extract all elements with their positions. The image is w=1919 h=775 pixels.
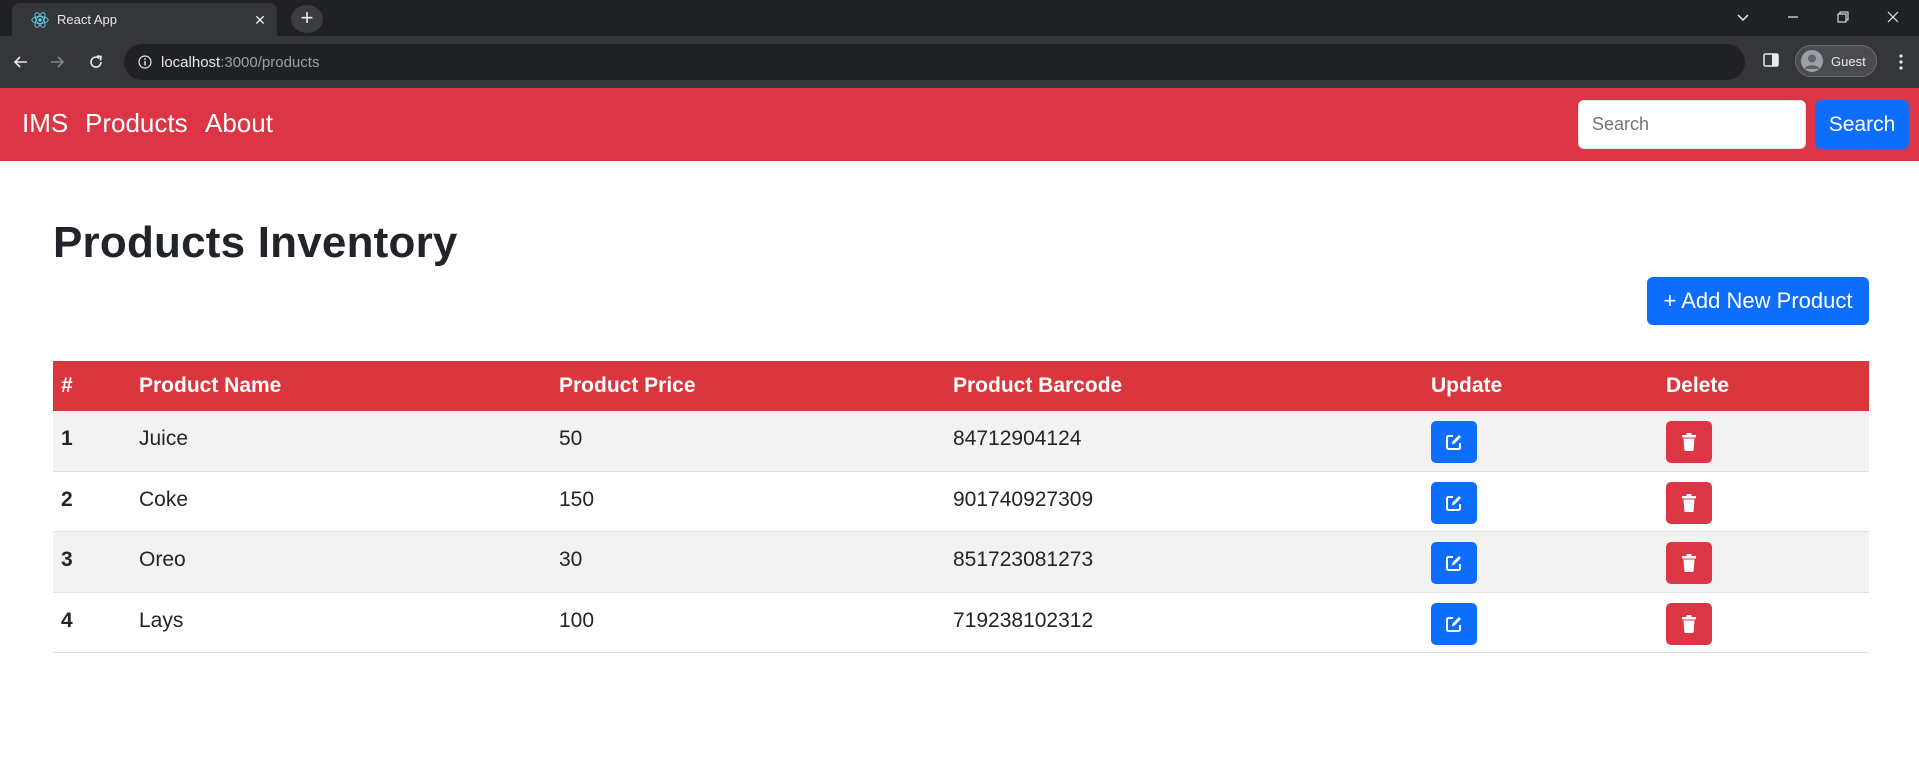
row-index: 4 [61, 608, 73, 632]
profile-avatar-icon [1801, 50, 1823, 72]
edit-icon [1446, 435, 1461, 450]
address-bar[interactable]: localhost:3000/products [124, 44, 1745, 80]
profile-button[interactable]: Guest [1795, 45, 1877, 77]
table-row: 3 Oreo 30 851723081273 [53, 532, 1869, 593]
brand-link[interactable]: IMS [22, 108, 68, 139]
product-name: Coke [139, 487, 189, 511]
product-price: 100 [559, 608, 595, 632]
kebab-menu-icon[interactable] [1893, 50, 1909, 74]
edit-icon [1446, 616, 1461, 632]
url-text: localhost:3000/products [161, 54, 320, 71]
tab-search-button[interactable] [1723, 4, 1763, 30]
search-input[interactable] [1578, 100, 1806, 149]
react-logo-icon [31, 12, 49, 28]
profile-label: Guest [1831, 54, 1866, 69]
product-barcode: 901740927309 [953, 487, 1094, 511]
new-tab-button[interactable]: + [291, 5, 323, 33]
trash-icon [1682, 554, 1696, 572]
plus-icon: + [300, 5, 314, 30]
row-index: 1 [61, 427, 73, 450]
column-header-name: Product Name [139, 374, 282, 397]
product-price: 30 [559, 548, 583, 571]
edit-icon [1446, 495, 1461, 511]
product-price: 50 [559, 427, 583, 450]
chevron-down-icon [1737, 14, 1749, 22]
info-icon [138, 55, 152, 69]
trash-icon [1682, 433, 1696, 451]
trash-icon [1682, 493, 1696, 512]
back-button[interactable] [9, 50, 33, 74]
forward-arrow-icon [51, 56, 65, 68]
app-navbar: IMS Products About Search [0, 88, 1919, 161]
forward-button[interactable] [45, 50, 69, 74]
update-button[interactable] [1431, 542, 1477, 584]
product-name: Juice [139, 427, 189, 450]
tab-title: React App [57, 12, 117, 27]
column-header-update: Update [1431, 374, 1503, 397]
table-header-row: # Product Name Product Price Product Bar… [53, 361, 1869, 411]
update-button[interactable] [1431, 481, 1477, 524]
browser-tab[interactable]: React App ✕ [12, 3, 277, 36]
column-header-barcode: Product Barcode [953, 374, 1123, 397]
edit-icon [1446, 556, 1461, 571]
table-row: 2 Coke 150 901740927309 [53, 472, 1869, 532]
product-barcode: 851723081273 [953, 548, 1094, 571]
back-arrow-icon [13, 56, 27, 68]
delete-button[interactable] [1666, 481, 1712, 524]
column-header-price: Product Price [559, 374, 696, 397]
add-new-product-button[interactable]: + Add New Product [1647, 277, 1869, 325]
product-name: Oreo [139, 548, 186, 571]
column-header-index: # [61, 374, 73, 397]
product-price: 150 [559, 487, 595, 511]
minimize-button[interactable] [1773, 4, 1813, 30]
search-button[interactable]: Search [1815, 100, 1909, 149]
side-panel-icon[interactable] [1762, 51, 1780, 69]
nav-link-products[interactable]: Products [85, 108, 188, 139]
delete-button[interactable] [1666, 602, 1712, 645]
product-barcode: 84712904124 [953, 427, 1082, 450]
close-icon[interactable]: ✕ [250, 10, 270, 30]
update-button[interactable] [1431, 602, 1477, 645]
table-row: 4 Lays 100 719238102312 [53, 593, 1869, 653]
update-button[interactable] [1431, 421, 1477, 463]
delete-button[interactable] [1666, 542, 1712, 584]
reload-icon [90, 55, 102, 68]
nav-link-about[interactable]: About [205, 108, 273, 139]
trash-icon [1682, 614, 1696, 633]
restore-button[interactable] [1823, 4, 1863, 30]
minimize-icon [1788, 16, 1798, 18]
delete-button[interactable] [1666, 421, 1712, 463]
reload-button[interactable] [84, 50, 108, 74]
column-header-delete: Delete [1666, 374, 1730, 397]
row-index: 2 [61, 487, 73, 511]
products-table: # Product Name Product Price Product Bar… [53, 361, 1869, 653]
window-close-button[interactable] [1873, 4, 1913, 30]
browser-tab-strip: React App ✕ + [0, 0, 1919, 36]
table-row: 1 Juice 50 84712904124 [53, 411, 1869, 472]
restore-icon [1837, 11, 1849, 23]
window-close-icon [1887, 11, 1899, 23]
row-index: 3 [61, 548, 73, 571]
product-barcode: 719238102312 [953, 608, 1094, 632]
product-name: Lays [139, 608, 184, 632]
browser-toolbar: localhost:3000/products Guest [0, 36, 1919, 88]
page-title: Products Inventory [53, 218, 458, 267]
